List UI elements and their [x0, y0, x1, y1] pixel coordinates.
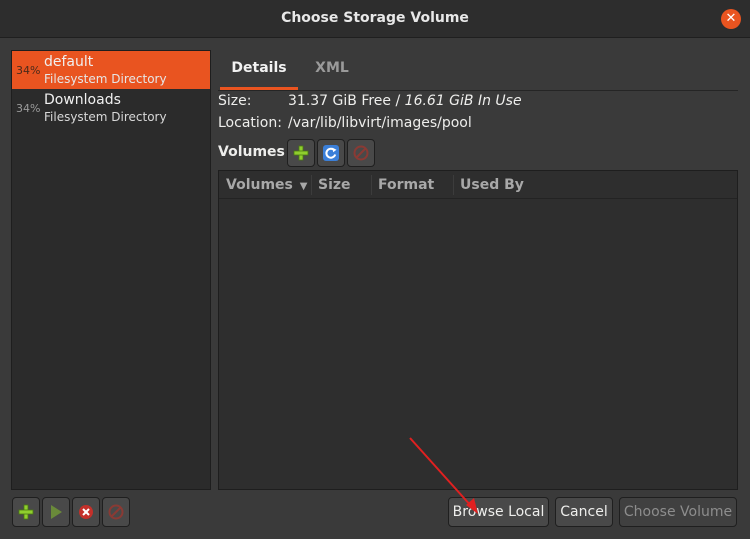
- sort-descending-icon: ▼: [299, 181, 308, 192]
- delete-volume-button[interactable]: [347, 139, 375, 167]
- size-free: 31.37 GiB Free /: [288, 93, 405, 109]
- cancel-button[interactable]: Cancel: [555, 497, 613, 527]
- refresh-volumes-button[interactable]: [317, 139, 345, 167]
- window-title: Choose Storage Volume: [281, 10, 469, 26]
- location-value: /var/lib/libvirt/images/pool: [288, 115, 472, 131]
- close-button[interactable]: ✕: [721, 9, 741, 29]
- column-header-used-by[interactable]: Used By: [460, 177, 524, 193]
- delete-pool-button[interactable]: [102, 497, 130, 527]
- volumes-label: Volumes: [218, 144, 285, 160]
- pool-usage-percent: 34%: [16, 102, 41, 115]
- pool-type: Filesystem Directory: [44, 72, 167, 86]
- tab-xml[interactable]: XML: [302, 50, 362, 90]
- add-pool-button[interactable]: [12, 497, 40, 527]
- play-icon: [51, 505, 62, 519]
- column-separator: [371, 175, 372, 195]
- add-volume-button[interactable]: [287, 139, 315, 167]
- pool-name: Downloads: [44, 92, 121, 108]
- tab-bar: Details XML: [218, 50, 738, 90]
- stop-pool-button[interactable]: [72, 497, 100, 527]
- column-separator: [311, 175, 312, 195]
- column-separator: [453, 175, 454, 195]
- choose-volume-button[interactable]: Choose Volume: [619, 497, 737, 527]
- pool-name: default: [44, 54, 94, 70]
- location-label: Location:: [218, 115, 282, 131]
- column-label: Volumes: [226, 177, 293, 193]
- title-bar: Choose Storage Volume ✕: [0, 0, 750, 38]
- column-header-size[interactable]: Size: [318, 177, 351, 193]
- column-header-volumes[interactable]: Volumes ▼: [226, 177, 307, 193]
- column-header-format[interactable]: Format: [378, 177, 434, 193]
- pool-item-default[interactable]: 34% default Filesystem Directory: [12, 51, 210, 89]
- delete-icon: [353, 145, 369, 161]
- browse-local-button[interactable]: Browse Local: [448, 497, 549, 527]
- pool-usage-percent: 34%: [16, 64, 41, 77]
- delete-icon: [108, 504, 124, 520]
- add-icon: [18, 504, 34, 520]
- start-pool-button[interactable]: [42, 497, 70, 527]
- size-value: 31.37 GiB Free / 16.61 GiB In Use: [288, 93, 522, 109]
- refresh-icon: [323, 145, 339, 161]
- tab-details[interactable]: Details: [220, 50, 298, 90]
- pool-type: Filesystem Directory: [44, 110, 167, 124]
- size-in-use: 16.61 GiB In Use: [404, 93, 522, 109]
- size-label: Size:: [218, 93, 252, 109]
- storage-pool-list: 34% default Filesystem Directory 34% Dow…: [11, 50, 211, 490]
- volumes-table: Volumes ▼ Size Format Used By: [218, 170, 738, 490]
- add-icon: [293, 145, 309, 161]
- volumes-table-header: Volumes ▼ Size Format Used By: [219, 171, 737, 199]
- stop-icon: [79, 505, 93, 519]
- pool-item-downloads[interactable]: 34% Downloads Filesystem Directory: [12, 89, 210, 127]
- close-icon: ✕: [725, 11, 737, 26]
- tab-divider: [218, 90, 738, 91]
